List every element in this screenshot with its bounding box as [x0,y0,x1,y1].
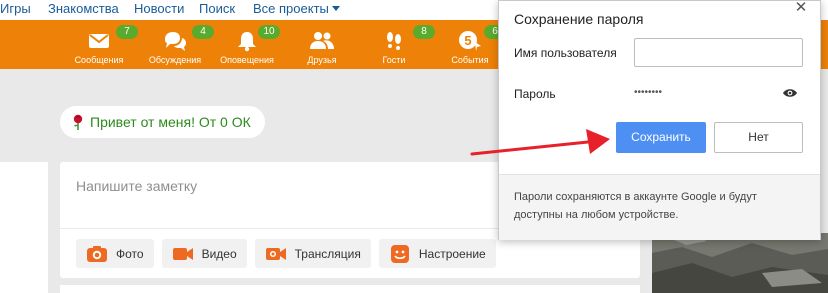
feed-card-edge [60,285,640,293]
mood-button-label: Настроение [418,246,486,261]
events-icon-number: 5 [464,33,471,48]
note-actions: Фото Видео Трансляция Настроение [76,239,496,268]
link-all-projects-label: Все проекты [253,1,329,16]
video-button[interactable]: Видео [161,239,247,268]
save-button[interactable]: Сохранить [616,122,706,153]
link-search[interactable]: Поиск [199,1,235,16]
nav-friends[interactable]: Друзья [294,20,350,69]
password-label: Пароль [514,87,556,101]
nav-notifications-label: Оповещения [220,55,274,65]
discussions-count-badge: 4 [192,25,214,39]
mood-button[interactable]: Настроение [378,239,496,268]
nav-messages-label: Сообщения [74,55,124,65]
note-input[interactable]: Напишите заметку [76,178,197,194]
broadcast-button[interactable]: Трансляция [254,239,371,268]
feed-photo[interactable] [652,233,828,293]
friends-icon [310,32,334,49]
eye-icon[interactable] [783,88,797,98]
greeting-banner[interactable]: Привет от меня! От 0 ОК [60,106,265,138]
link-dating[interactable]: Знакомства [48,1,119,16]
nav-friends-label: Друзья [307,55,337,65]
photo-button[interactable]: Фото [76,239,154,268]
broadcast-icon [265,247,286,260]
link-all-projects[interactable]: Все проекты [253,1,340,16]
notifications-count-badge: 10 [258,25,280,39]
mood-icon [390,244,409,263]
dialog-footer-text: Пароли сохраняются в аккаунте Google и б… [514,191,757,221]
greeting-text: Привет от меня! От 0 ОК [90,114,251,130]
dialog-footer: Пароли сохраняются в аккаунте Google и б… [499,174,820,240]
nav-discussions-label: Обсуждения [148,55,202,65]
no-button[interactable]: Нет [714,122,803,153]
nav-events-label: События [451,55,489,65]
save-password-dialog: Сохранение пароля ✕ Имя пользователя Пар… [498,0,821,240]
envelope-icon [89,34,109,48]
username-label: Имя пользователя [514,46,617,60]
link-games[interactable]: Игры [0,1,31,16]
messages-count-badge: 7 [116,25,138,39]
bell-icon [238,32,256,52]
photo-button-label: Фото [116,246,144,261]
dialog-title: Сохранение пароля [514,11,644,27]
camera-icon [87,245,107,262]
broadcast-button-label: Трансляция [294,246,361,261]
photo-thumbnail [652,233,828,293]
password-value: •••••••• [634,87,663,98]
caret-down-icon [331,6,340,11]
footprints-icon [387,32,401,50]
username-input[interactable] [634,38,803,67]
guests-count-badge: 8 [413,25,435,39]
rose-icon [73,114,83,130]
nav-guests-label: Гости [382,55,406,65]
chat-bubbles-icon [165,32,186,51]
video-button-label: Видео [201,246,237,261]
link-news[interactable]: Новости [134,1,184,16]
video-camera-icon [172,247,193,260]
events-icon: 5 [459,31,481,51]
close-icon[interactable]: ✕ [792,0,810,19]
left-panel [0,162,48,293]
